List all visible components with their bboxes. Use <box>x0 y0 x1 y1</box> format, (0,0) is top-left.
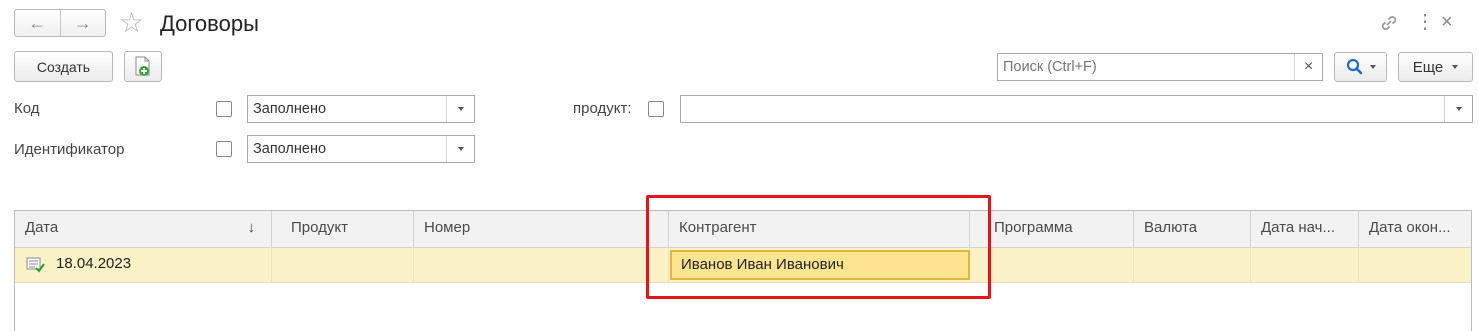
chevron-down-icon[interactable] <box>446 96 474 122</box>
code-filter-checkbox[interactable] <box>216 101 232 117</box>
page-title: Договоры <box>160 11 259 36</box>
code-filter-select[interactable]: Заполнено <box>247 95 475 123</box>
search-dropdown-icon <box>1369 65 1376 69</box>
search-input[interactable] <box>998 54 1294 80</box>
more-button[interactable]: Еще <box>1398 52 1473 82</box>
cell-program[interactable] <box>984 248 1134 282</box>
create-button[interactable]: Создать <box>14 51 113 82</box>
search-field: × <box>997 53 1323 81</box>
search-button[interactable] <box>1334 52 1387 82</box>
forward-button[interactable]: → <box>61 10 106 36</box>
identifier-filter-value: Заполнено <box>253 141 327 157</box>
search-icon <box>1346 58 1362 75</box>
product-filter-select[interactable] <box>680 95 1473 123</box>
cell-date[interactable]: 18.04.2023 <box>15 248 272 282</box>
column-header-start-date[interactable]: Дата нач... <box>1251 211 1359 247</box>
column-header-counterparty[interactable]: Контрагент <box>669 211 970 247</box>
sort-descending-icon: ↓ <box>247 219 256 236</box>
add-copy-button[interactable] <box>124 51 162 82</box>
column-header-product[interactable]: Продукт <box>272 211 414 247</box>
code-filter-label: Код <box>14 100 40 117</box>
column-header-currency[interactable]: Валюта <box>1134 211 1251 247</box>
identifier-filter-label: Идентификатор <box>14 141 125 158</box>
column-header-label: Дата <box>25 219 59 236</box>
back-arrow-icon: ← <box>28 12 47 33</box>
document-posted-icon <box>26 257 45 273</box>
document-add-icon <box>135 56 150 76</box>
cell-date-value: 18.04.2023 <box>56 255 132 272</box>
cell-currency[interactable] <box>1134 248 1251 282</box>
contracts-table: Дата ↓ Продукт Номер Контрагент Программ… <box>14 210 1472 331</box>
forward-arrow-icon: → <box>73 12 92 33</box>
product-filter-label: продукт: <box>573 100 632 117</box>
back-button[interactable]: ← <box>15 10 61 36</box>
search-clear-icon[interactable]: × <box>1294 54 1322 80</box>
cell-product[interactable] <box>272 248 414 282</box>
cell-start-date[interactable] <box>1251 248 1359 282</box>
chevron-down-icon[interactable] <box>1444 96 1472 122</box>
more-dropdown-icon <box>1452 65 1459 69</box>
column-header-program[interactable]: Программа <box>984 211 1134 247</box>
cell-number[interactable] <box>414 248 669 282</box>
favorite-star-icon[interactable]: ☆ <box>119 8 144 38</box>
cell-end-date[interactable] <box>1359 248 1471 282</box>
more-button-label: Еще <box>1412 58 1444 76</box>
identifier-filter-checkbox[interactable] <box>216 141 232 157</box>
table-row[interactable]: 18.04.2023 Иванов Иван Иванович <box>15 248 1471 283</box>
table-header: Дата ↓ Продукт Номер Контрагент Программ… <box>15 211 1471 248</box>
column-header-number[interactable]: Номер <box>414 211 669 247</box>
more-vertical-icon[interactable]: ⋮ <box>1415 8 1435 36</box>
cell-counterparty[interactable]: Иванов Иван Иванович <box>670 250 970 280</box>
product-filter-checkbox[interactable] <box>648 101 664 117</box>
code-filter-value: Заполнено <box>253 101 327 117</box>
column-header-date[interactable]: Дата ↓ <box>15 211 272 247</box>
close-icon[interactable]: × <box>1441 8 1453 36</box>
column-header-end-date[interactable]: Дата окон... <box>1359 211 1471 247</box>
identifier-filter-select[interactable]: Заполнено <box>247 135 475 163</box>
chevron-down-icon[interactable] <box>446 136 474 162</box>
link-icon[interactable] <box>1378 12 1400 34</box>
history-nav: ← → <box>14 9 106 37</box>
